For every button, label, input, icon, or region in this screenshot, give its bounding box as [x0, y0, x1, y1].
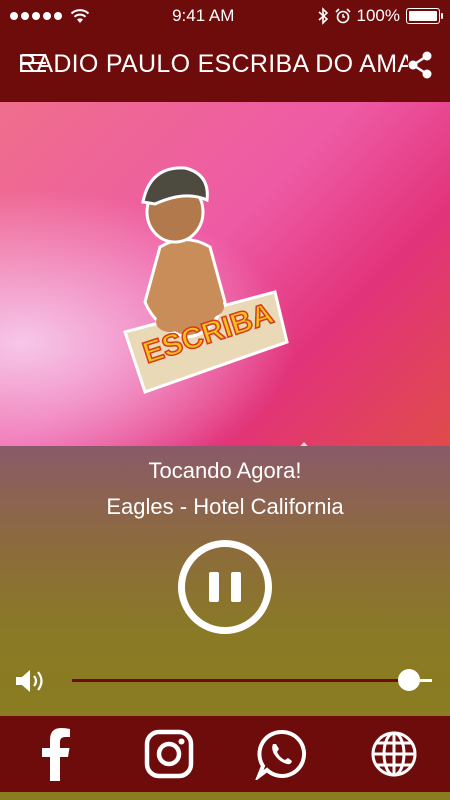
facebook-button[interactable] — [28, 726, 84, 782]
pause-icon — [209, 572, 219, 602]
share-icon[interactable] — [406, 50, 434, 80]
menu-icon[interactable] — [22, 54, 46, 76]
volume-slider[interactable] — [72, 669, 432, 691]
battery-icon — [405, 8, 443, 24]
bluetooth-icon — [317, 7, 328, 25]
volume-slider-thumb[interactable] — [397, 669, 420, 691]
wifi-icon — [70, 9, 90, 23]
pause-button[interactable] — [178, 540, 272, 634]
song-title: Eagles - Hotel California — [106, 494, 344, 519]
whatsapp-icon — [255, 729, 307, 780]
instagram-button[interactable] — [141, 726, 197, 782]
facebook-icon — [42, 728, 71, 781]
status-bar: 9:41 AM 100% — [0, 0, 450, 32]
globe-icon — [371, 731, 417, 777]
volume-slider-fill — [72, 679, 409, 682]
station-logo: ESCRIBA — [123, 166, 289, 394]
station-artwork: ESCRIBA — [0, 102, 450, 446]
app-header: RADIO PAULO ESCRIBA DO AMARAL — [0, 32, 450, 102]
whatsapp-button[interactable] — [253, 726, 309, 782]
signal-strength-icon — [10, 12, 62, 20]
website-button[interactable] — [366, 726, 422, 782]
status-time: 9:41 AM — [172, 6, 235, 25]
social-bar — [0, 716, 450, 792]
instagram-icon — [144, 729, 193, 779]
volume-icon[interactable] — [14, 667, 46, 695]
player-panel: Tocando Agora! Eagles - Hotel California — [0, 446, 450, 716]
now-playing-label: Tocando Agora! — [148, 458, 302, 483]
bottom-strip — [0, 792, 450, 800]
alarm-icon — [334, 8, 351, 24]
battery-percentage: 100% — [356, 6, 400, 25]
station-title: RADIO PAULO ESCRIBA DO AMARAL — [18, 50, 408, 78]
